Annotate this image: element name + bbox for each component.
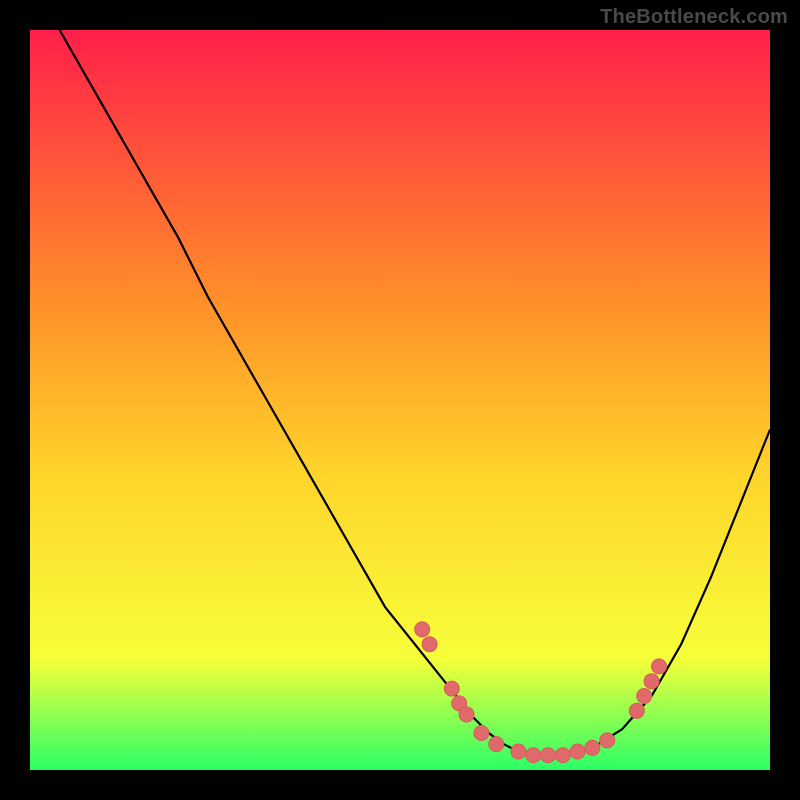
attribution-text: TheBottleneck.com <box>600 6 788 29</box>
curve-marker <box>637 689 652 704</box>
curve-marker <box>444 681 459 696</box>
curve-marker <box>585 740 600 755</box>
curve-marker <box>555 748 570 763</box>
curve-marker <box>459 707 474 722</box>
curve-marker <box>415 622 430 637</box>
curve-marker <box>489 737 504 752</box>
curve-marker <box>526 748 541 763</box>
curve-marker <box>422 637 437 652</box>
curve-marker <box>629 703 644 718</box>
curve-marker <box>600 733 615 748</box>
curve-marker <box>570 744 585 759</box>
chart-frame <box>30 30 770 770</box>
curve-marker <box>652 659 667 674</box>
curve-marker <box>541 748 556 763</box>
bottleneck-chart <box>30 30 770 770</box>
curve-marker <box>644 674 659 689</box>
curve-marker <box>511 744 526 759</box>
curve-marker <box>474 726 489 741</box>
